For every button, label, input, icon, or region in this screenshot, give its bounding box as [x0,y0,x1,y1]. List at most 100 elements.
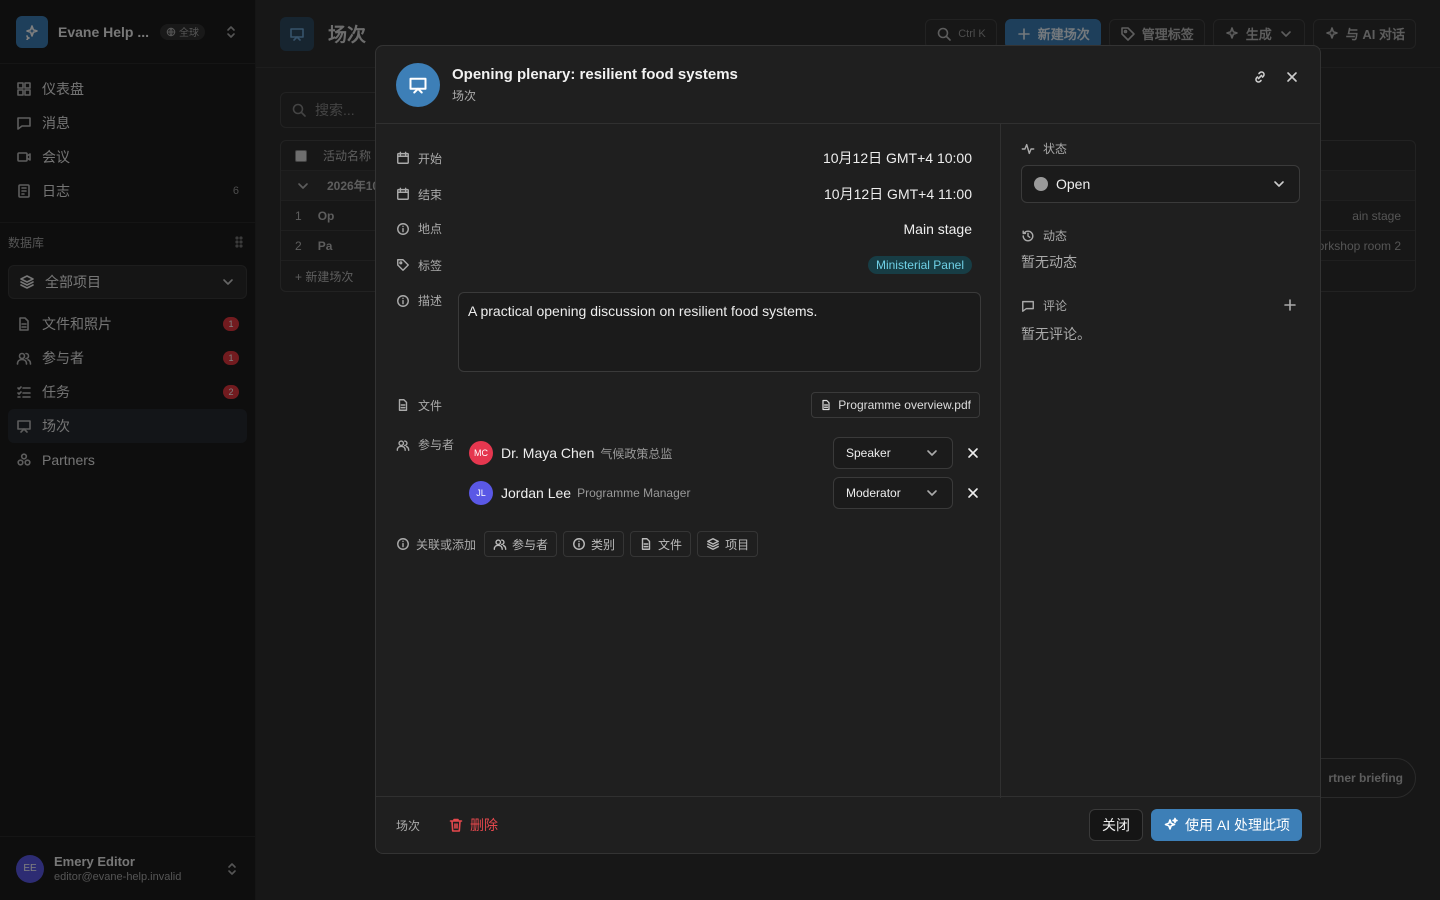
chevron-down-icon [1271,176,1287,192]
process-with-ai-button[interactable]: 使用 AI 处理此项 [1150,809,1302,841]
activity-icon [1021,142,1035,156]
tag-icon [396,258,410,272]
comments-label: 评论 [1021,297,1067,314]
field-label-text: 结束 [418,187,443,202]
session-role-select[interactable]: Speaker [833,437,953,469]
field-description: 描述 [396,292,466,309]
add-comment-plus-icon[interactable] [1282,297,1298,313]
participant-name[interactable]: Jordan Lee [501,485,571,501]
info-icon [396,294,410,308]
field-label-text: 参与者 [418,438,455,452]
link-button-label: 项目 [725,537,750,552]
link-or-add-bar: 关联或添加 参与者 类别 文件 项目 [396,531,759,557]
tag-chip[interactable]: Ministerial Panel [867,256,972,274]
delete-button[interactable]: 删除 [448,815,498,835]
layers-icon [706,537,720,551]
modal-subtitle: 场次 [452,88,477,103]
field-label: 结束 [396,186,466,203]
field-files: 文件 Programme overview.pdf [396,392,980,418]
info-icon [572,537,586,551]
presentation-icon [408,75,428,95]
session-detail-modal: Opening plenary: resilient food systems … [375,45,1321,854]
link-button-label: 类别 [591,537,616,552]
participant-role: Programme Manager [577,486,691,500]
comment-icon [1021,299,1035,313]
link-button-label: 参与者 [512,537,549,552]
field-label-text: 开始 [418,151,443,166]
details-panel: 开始 10月12日 GMT+4 10:00 结束 10月12日 GMT+4 11… [376,124,1001,798]
calendar-icon [396,187,410,201]
modal-titles: Opening plenary: resilient food systems … [452,66,738,104]
link-bar-label: 关联或添加 [396,536,476,553]
delete-label: 删除 [470,817,499,833]
status-value: Open [1056,176,1091,192]
field-participants: 参与者 [396,436,476,453]
close-icon[interactable] [1284,69,1300,85]
session-role-value: Moderator [846,486,901,500]
field-label: 文件 [396,397,466,414]
comments-label-text: 评论 [1043,299,1068,313]
file-name: Programme overview.pdf [838,398,971,412]
file-icon [396,398,410,412]
field-label-text: 标签 [418,258,443,273]
field-tags: 标签 Ministerial Panel [396,256,972,274]
description-textarea[interactable]: A practical opening discussion on resili… [458,292,981,372]
session-role-value: Speaker [846,446,891,460]
activity-empty: 暂无动态 [1021,254,1077,270]
field-label: 参与者 [396,436,476,453]
link-button-label: 文件 [658,537,683,552]
status-dot [1034,177,1048,191]
link-project-button[interactable]: 项目 [697,531,759,557]
field-label-text: 描述 [418,294,443,308]
link-bar-label-text: 关联或添加 [416,537,477,552]
link-participants-button[interactable]: 参与者 [484,531,558,557]
activity-panel: 状态 Open 动态 暂无动态 评论 暂无评论。 [1001,124,1320,798]
session-role-select[interactable]: Moderator [833,477,953,509]
record-type: 场次 [396,818,421,833]
users-icon [396,438,410,452]
remove-participant-icon[interactable] [965,445,981,461]
start-datetime[interactable]: 10月12日 GMT+4 10:00 [823,148,972,168]
trash-icon [448,817,464,833]
participant-role: 气候政策总监 [600,446,673,461]
info-icon [396,222,410,236]
link-category-button[interactable]: 类别 [563,531,625,557]
session-avatar [396,62,440,107]
comments-empty: 暂无评论。 [1021,326,1091,342]
file-chip[interactable]: Programme overview.pdf [811,392,980,418]
remove-participant-icon[interactable] [965,485,981,501]
location-value[interactable]: Main stage [904,221,972,237]
status-label-text: 状态 [1043,142,1068,156]
users-icon [493,537,507,551]
chevron-down-icon [924,485,940,501]
calendar-icon [396,151,410,165]
tags-value: Ministerial Panel [867,256,972,274]
participant-avatar: MC [469,441,493,465]
activity-label-text: 动态 [1043,229,1068,243]
modal-body: 开始 10月12日 GMT+4 10:00 结束 10月12日 GMT+4 11… [376,124,1320,798]
sparkle-icon [1163,817,1179,833]
field-label: 开始 [396,150,466,167]
field-end: 结束 10月12日 GMT+4 11:00 [396,184,972,204]
history-icon [1021,229,1035,243]
info-icon [396,537,410,551]
participant-row: MC Dr. Maya Chen 气候政策总监 Speaker [469,437,981,469]
link-files-button[interactable]: 文件 [630,531,692,557]
file-icon [639,537,653,551]
modal-header-actions [1252,69,1300,85]
participant-avatar: JL [469,481,493,505]
close-button[interactable]: 关闭 [1088,809,1143,841]
field-label-text: 文件 [418,398,443,413]
field-location: 地点 Main stage [396,220,972,237]
end-datetime[interactable]: 10月12日 GMT+4 11:00 [824,184,972,204]
file-icon [820,399,832,411]
field-label: 地点 [396,220,466,237]
status-select[interactable]: Open [1021,165,1300,203]
participant-name[interactable]: Dr. Maya Chen [501,445,594,461]
field-start: 开始 10月12日 GMT+4 10:00 [396,148,972,168]
process-with-ai-label: 使用 AI 处理此项 [1184,817,1290,833]
modal-footer: 场次 删除 关闭 使用 AI 处理此项 [376,796,1320,853]
link-icon[interactable] [1252,69,1268,85]
status-label: 状态 [1021,140,1067,157]
participant-row: JL Jordan Lee Programme Manager Moderato… [469,477,981,509]
